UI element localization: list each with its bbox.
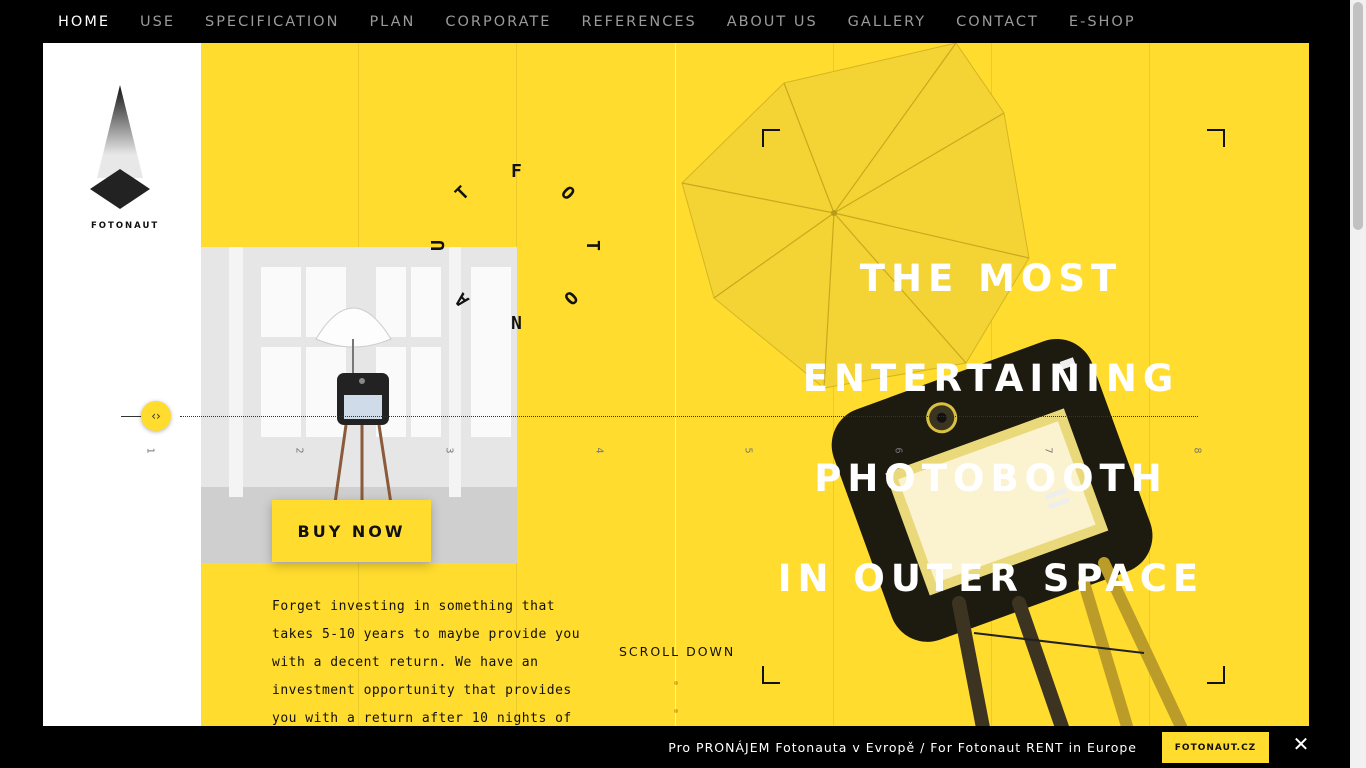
hero-title: THE MOST ENTERTAINING PHOTOBOOTH IN OUTE… (766, 229, 1216, 629)
frame-corner (762, 666, 780, 684)
slider-tick: 4 (593, 447, 605, 454)
description-text: Forget investing in something that takes… (272, 599, 581, 726)
nav-item-specification[interactable]: SPECIFICATION (190, 14, 354, 30)
hero-title-line: THE MOST (859, 257, 1123, 300)
scroll-indicator-dot (674, 709, 678, 713)
slider-track[interactable] (180, 416, 1198, 417)
logo-column: FOTONAUT (43, 43, 201, 726)
top-navigation: HOME USE SPECIFICATION PLAN CORPORATE RE… (0, 0, 1366, 43)
slider-tick: 6 (892, 447, 904, 454)
frame-corner (1207, 129, 1225, 147)
page-scrollbar[interactable] (1350, 0, 1366, 768)
arc-letter: O (556, 182, 579, 205)
nav-item-about-us[interactable]: ABOUT US (712, 14, 833, 30)
nav-item-home[interactable]: HOME (43, 14, 125, 30)
slider-tick: 1 (144, 447, 156, 454)
hero-title-line: ENTERTAINING (802, 357, 1180, 400)
slider-tick: 7 (1042, 447, 1054, 454)
slider-track-start (121, 416, 143, 417)
arc-letter: U (427, 240, 449, 251)
frame-corner (762, 129, 780, 147)
hero-title-line: PHOTOBOOTH (814, 457, 1168, 500)
close-icon[interactable]: ✕ (1290, 733, 1312, 755)
nav-item-corporate[interactable]: CORPORATE (430, 14, 566, 30)
nav-list: HOME USE SPECIFICATION PLAN CORPORATE RE… (0, 0, 1366, 43)
arc-letter: O (559, 286, 582, 309)
buy-now-button[interactable]: BUY NOW (272, 500, 431, 562)
logo-text: FOTONAUT (91, 221, 160, 231)
rental-banner: Pro PRONÁJEM Fotonauta v Evropě / For Fo… (0, 726, 1366, 768)
arc-letter: T (451, 182, 474, 205)
hero-title-line: IN OUTER SPACE (777, 557, 1205, 600)
nav-item-references[interactable]: REFERENCES (566, 14, 711, 30)
slider-handle[interactable]: ‹› (141, 401, 171, 431)
nav-item-plan[interactable]: PLAN (354, 14, 430, 30)
scroll-down-link[interactable]: SCROLL DOWN (619, 644, 735, 659)
rental-banner-text: Pro PRONÁJEM Fotonauta v Evropě / For Fo… (668, 740, 1137, 755)
fotonaut-cz-button[interactable]: FOTONAUT.CZ (1162, 732, 1269, 763)
scrollbar-thumb[interactable] (1353, 2, 1363, 230)
scroll-indicator-dot (674, 681, 678, 685)
nav-item-use[interactable]: USE (125, 14, 190, 30)
hero-section: FOTONAUT F O T O N A U T THE MOST ENTERT… (43, 43, 1309, 726)
arc-letter: N (511, 311, 522, 332)
slider-tick: 5 (742, 447, 754, 454)
slider-tick: 2 (293, 447, 305, 454)
fotonaut-logo-icon[interactable] (89, 83, 151, 213)
nav-item-gallery[interactable]: GALLERY (833, 14, 941, 30)
arc-letter: T (581, 240, 603, 251)
code-arrows-icon: ‹› (151, 409, 161, 423)
frame-corner (1207, 666, 1225, 684)
nav-item-contact[interactable]: CONTACT (941, 14, 1054, 30)
arc-letter: F (511, 161, 522, 182)
nav-item-e-shop[interactable]: E-SHOP (1054, 14, 1151, 30)
slider-tick: 3 (443, 447, 455, 454)
slider-tick: 8 (1191, 447, 1203, 454)
